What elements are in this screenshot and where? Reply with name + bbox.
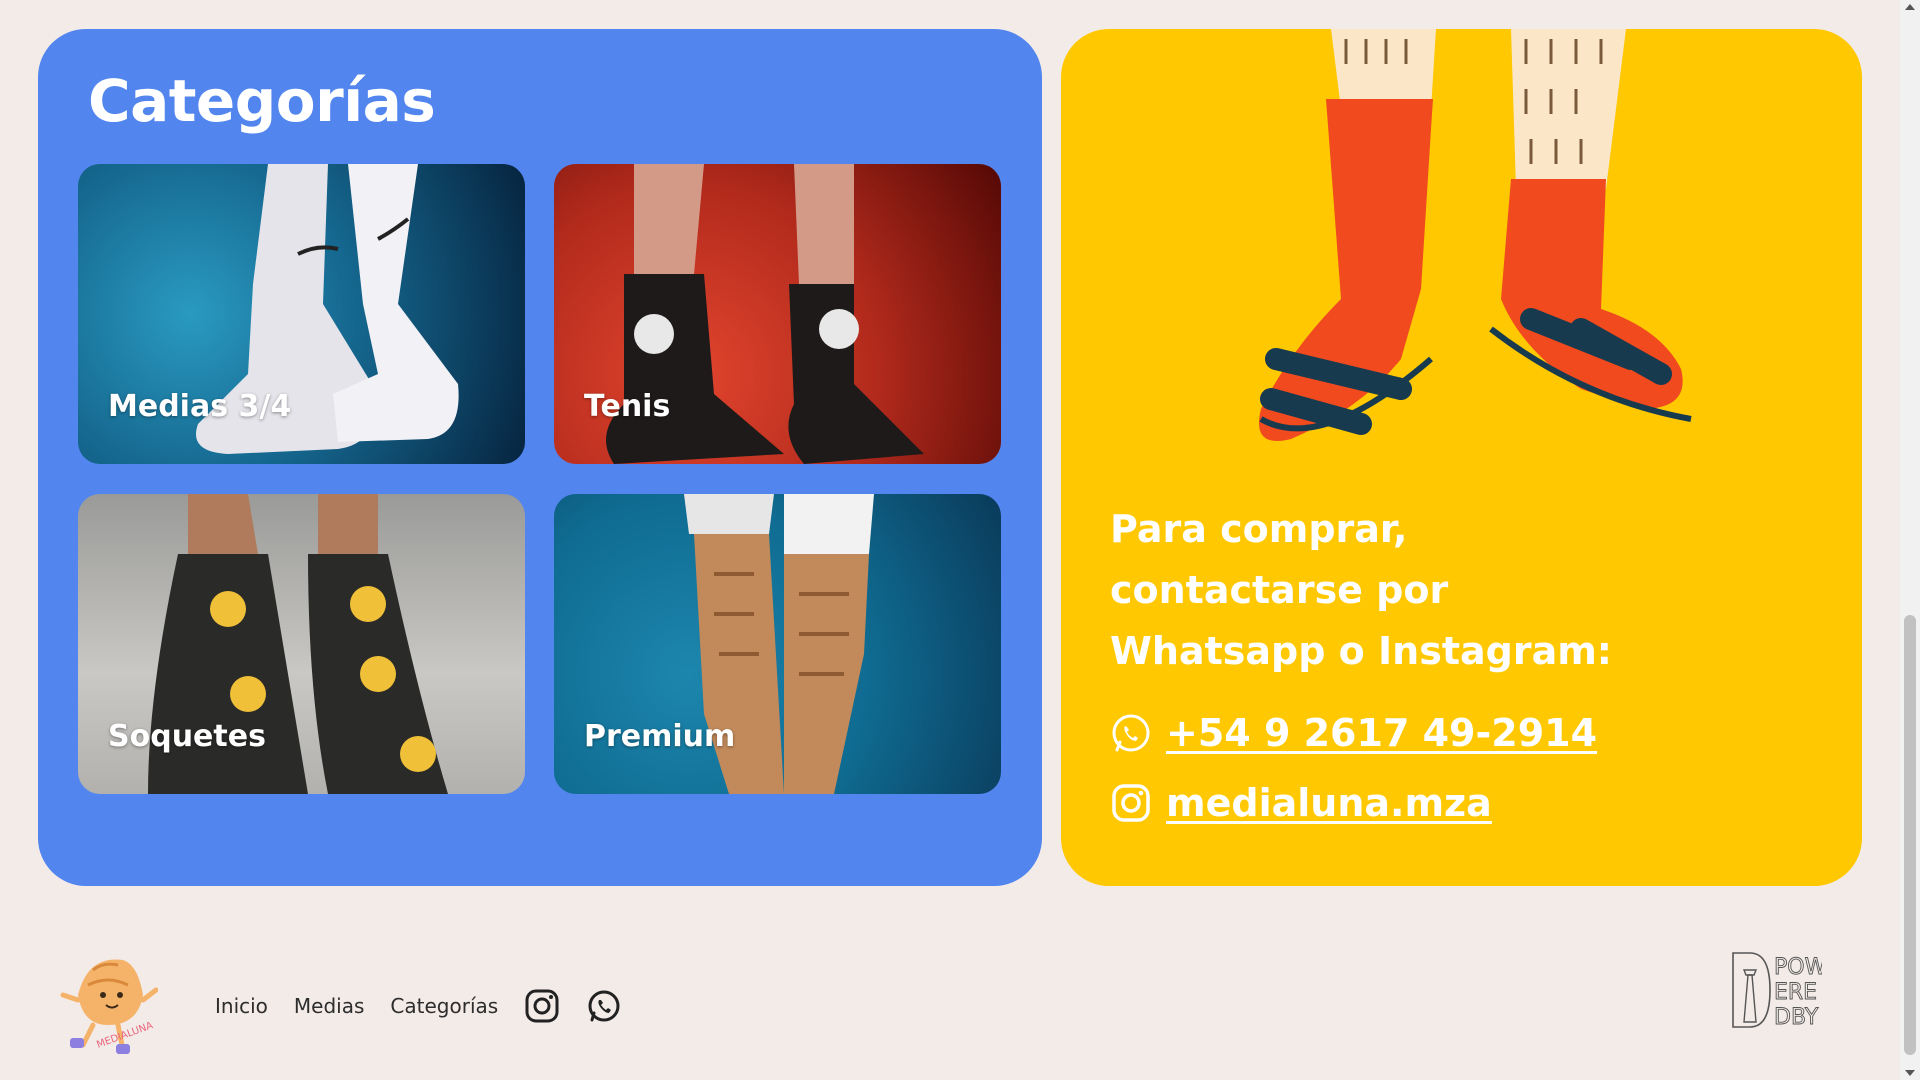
instagram-icon[interactable] — [524, 988, 560, 1024]
category-card-premium[interactable]: Premium — [554, 494, 1001, 794]
medialuna-logo[interactable]: MEDIALUNA — [38, 940, 158, 1060]
footer: MEDIALUNA Inicio Medias Categorías POW E… — [0, 920, 1900, 1080]
card-label: Tenis — [584, 389, 671, 424]
vertical-scrollbar[interactable] — [1900, 0, 1920, 1080]
whatsapp-icon — [1112, 714, 1150, 752]
powered-by-logo[interactable]: POW ERE DBY — [1730, 950, 1822, 1030]
whatsapp-link[interactable]: +54 9 2617 49-2914 — [1166, 711, 1597, 755]
powered-text-3: DBY — [1774, 1005, 1819, 1030]
powered-text-1: POW — [1774, 955, 1822, 980]
category-card-tenis[interactable]: Tenis — [554, 164, 1001, 464]
card-label: Soquetes — [108, 719, 266, 754]
scrollbar-thumb[interactable] — [1904, 615, 1916, 1055]
powered-text-2: ERE — [1774, 980, 1817, 1005]
footer-nav: Inicio Medias Categorías — [215, 988, 622, 1024]
scroll-down-arrow-icon[interactable] — [1905, 1070, 1915, 1076]
nav-link-categorias[interactable]: Categorías — [390, 994, 498, 1018]
card-label: Premium — [584, 719, 736, 754]
category-card-soquetes[interactable]: Soquetes — [78, 494, 525, 794]
categories-title: Categorías — [88, 67, 436, 135]
scroll-up-arrow-icon[interactable] — [1905, 4, 1915, 10]
contact-instructions: Para comprar, contactarse por Whatsapp o… — [1110, 507, 1612, 673]
contact-panel: Para comprar, contactarse por Whatsapp o… — [1061, 29, 1862, 886]
instagram-link[interactable]: medialuna.mza — [1166, 781, 1492, 825]
instagram-icon — [1112, 784, 1150, 822]
whatsapp-icon[interactable] — [586, 988, 622, 1024]
instagram-contact: medialuna.mza — [1110, 781, 1492, 825]
nav-link-inicio[interactable]: Inicio — [215, 994, 268, 1018]
whatsapp-contact: +54 9 2617 49-2914 — [1110, 711, 1597, 755]
categories-panel: Categorías Medias 3/4 Tenis Soquetes Pre… — [38, 29, 1042, 886]
socks-sandals-illustration — [1259, 29, 1692, 441]
card-label: Medias 3/4 — [108, 389, 292, 424]
nav-link-medias[interactable]: Medias — [294, 994, 365, 1018]
category-card-medias-3-4[interactable]: Medias 3/4 — [78, 164, 525, 464]
page: Categorías Medias 3/4 Tenis Soquetes Pre… — [0, 0, 1900, 1080]
